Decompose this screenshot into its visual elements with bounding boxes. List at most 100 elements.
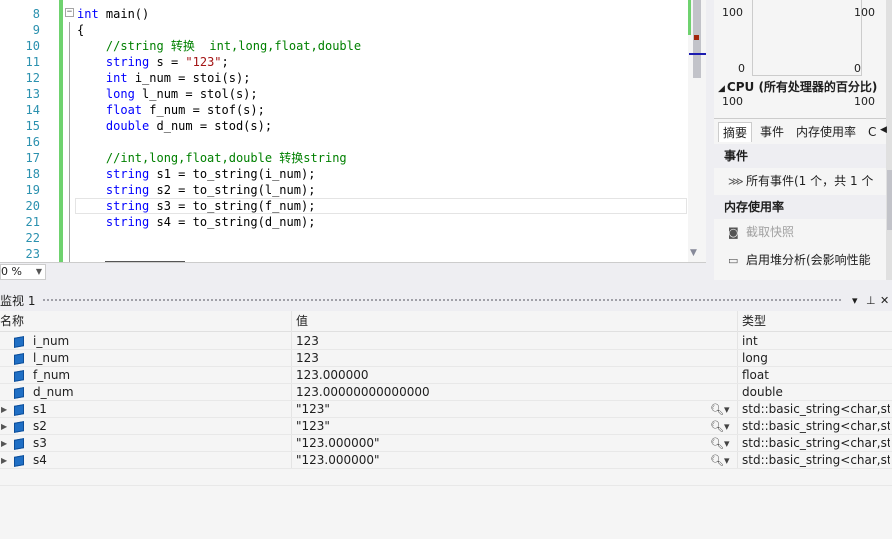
column-header-name[interactable]: 名称 bbox=[0, 311, 24, 332]
cpu-section-header[interactable]: ◢ CPU (所有处理器的百分比) bbox=[718, 78, 877, 95]
watch-type: int bbox=[742, 334, 758, 348]
code-line[interactable]: float f_num = stof(s); bbox=[77, 102, 265, 118]
watch-title-bar[interactable]: 监视 1 ▾ ⊥ ✕ bbox=[0, 291, 892, 311]
line-number: 15 bbox=[25, 119, 40, 133]
expand-arrow-icon[interactable]: ▶ bbox=[1, 452, 7, 469]
watch-row[interactable]: l_num 123 long bbox=[0, 350, 892, 367]
take-snapshot-button[interactable]: ◙ 截取快照 bbox=[714, 219, 892, 245]
code-line[interactable]: //int,long,float,double 转换string bbox=[77, 150, 347, 166]
watch-row[interactable]: ▶ s4 "123.000000" 🔍︎▾ std::basic_string<char… bbox=[0, 452, 892, 469]
enable-heap-profiling-button[interactable]: ▭ 启用堆分析(会影响性能 bbox=[714, 247, 892, 273]
watch-name[interactable]: l_num bbox=[33, 350, 69, 367]
watch-value[interactable]: 123.000000 bbox=[296, 367, 369, 384]
code-line[interactable]: string s3 = to_string(f_num); bbox=[77, 198, 316, 214]
tab-memory-usage[interactable]: 内存使用率 bbox=[792, 122, 860, 142]
code-line[interactable]: //string 转换 int,long,float,double bbox=[77, 38, 361, 54]
code-token: s4 = to_string(d_num); bbox=[149, 215, 316, 229]
visualizer-search-icon[interactable]: 🔍︎▾ bbox=[710, 418, 730, 435]
watch-value[interactable]: "123" bbox=[296, 418, 330, 435]
watch-name[interactable]: d_num bbox=[33, 384, 74, 401]
code-line[interactable]: { bbox=[77, 22, 84, 38]
code-line[interactable]: long l_num = stol(s); bbox=[77, 86, 258, 102]
variable-icon bbox=[14, 421, 24, 433]
tab-summary[interactable]: 摘要 bbox=[718, 122, 753, 142]
watch-type: float bbox=[742, 368, 769, 382]
watch-column-headers: 名称 值 类型 bbox=[0, 311, 892, 332]
camera-icon: ◙ bbox=[728, 226, 739, 239]
watch-type: std::basic_string<char,std... bbox=[742, 453, 890, 467]
watch-row[interactable]: d_num 123.00000000000000 double bbox=[0, 384, 892, 401]
watch-empty-row[interactable] bbox=[0, 469, 892, 486]
visualizer-search-icon[interactable]: 🔍︎▾ bbox=[710, 452, 730, 469]
code-keyword: int bbox=[105, 71, 128, 85]
visualizer-search-icon[interactable]: 🔍︎▾ bbox=[710, 401, 730, 418]
change-tracking-bar bbox=[59, 0, 63, 262]
watch-type: std::basic_string<char,std... bbox=[742, 436, 890, 450]
cpu-left-max: 100 bbox=[722, 95, 743, 108]
diagnostics-scroll-thumb[interactable] bbox=[887, 170, 892, 230]
tabs-overflow-arrow-icon[interactable]: ◀ bbox=[880, 125, 887, 135]
scrollbar-change-marker bbox=[688, 0, 691, 35]
watch-name[interactable]: s1 bbox=[33, 401, 47, 418]
code-line[interactable]: string s4 = to_string(d_num); bbox=[77, 214, 316, 230]
line-number: 22 bbox=[25, 231, 40, 245]
code-token: ; bbox=[221, 55, 229, 69]
watch-row[interactable]: f_num 123.000000 float bbox=[0, 367, 892, 384]
line-number: 10 bbox=[25, 39, 40, 53]
tab-cpu[interactable]: C bbox=[864, 122, 880, 142]
code-token: l_num = stol(s); bbox=[134, 87, 258, 101]
watch-value[interactable]: "123.000000" bbox=[296, 435, 380, 452]
all-events-link[interactable]: ⋙ 所有事件(1 个，共 1 个 bbox=[714, 168, 892, 194]
collapse-triangle-icon: ◢ bbox=[718, 84, 725, 94]
expand-arrow-icon[interactable]: ▶ bbox=[1, 418, 7, 435]
scroll-down-arrow-icon[interactable]: ▼ bbox=[690, 248, 697, 258]
watch-name[interactable]: f_num bbox=[33, 367, 70, 384]
watch-name[interactable]: s3 bbox=[33, 435, 47, 452]
memory-section-header: 内存使用率 bbox=[714, 195, 892, 219]
watch-row[interactable]: i_num 123 int bbox=[0, 333, 892, 350]
drag-grip[interactable] bbox=[42, 298, 842, 303]
visualizer-search-icon[interactable]: 🔍︎▾ bbox=[710, 435, 730, 452]
watch-name[interactable]: s2 bbox=[33, 418, 47, 435]
watch-row[interactable]: ▶ s2 "123" 🔍︎▾ std::basic_string<char,std... bbox=[0, 418, 892, 435]
code-line[interactable]: string s1 = to_string(i_num); bbox=[77, 166, 316, 182]
watch-name[interactable]: s4 bbox=[33, 452, 47, 469]
code-editor[interactable]: 8 9 10 11 12 13 14 15 16 17 18 19 20 21 22 23 − int mai… bbox=[0, 0, 706, 262]
watch-name[interactable]: i_num bbox=[33, 333, 69, 350]
watch-row[interactable]: ▶ s1 "123" 🔍︎▾ std::basic_string<char,std... bbox=[0, 401, 892, 418]
column-header-type[interactable]: 类型 bbox=[742, 311, 766, 332]
memory-graph bbox=[752, 0, 862, 76]
line-number: 14 bbox=[25, 103, 40, 117]
code-line[interactable]: double d_num = stod(s); bbox=[77, 118, 272, 134]
column-header-value[interactable]: 值 bbox=[296, 311, 308, 332]
close-icon[interactable]: ✕ bbox=[880, 292, 889, 310]
code-line[interactable]: int main() bbox=[77, 6, 149, 22]
watch-value[interactable]: 123.00000000000000 bbox=[296, 384, 430, 401]
enable-heap-profiling-label: 启用堆分析(会影响性能 bbox=[746, 253, 871, 267]
watch-row[interactable]: ▶ s3 "123.000000" 🔍︎▾ std::basic_string<char… bbox=[0, 435, 892, 452]
collapse-main-toggle[interactable]: − bbox=[65, 8, 74, 17]
watch-value[interactable]: 123 bbox=[296, 333, 319, 350]
window-position-dropdown-icon[interactable]: ▾ bbox=[852, 292, 858, 310]
expand-arrow-icon[interactable]: ▶ bbox=[1, 401, 7, 418]
watch-value[interactable]: 123 bbox=[296, 350, 319, 367]
pin-icon[interactable]: ⊥ bbox=[866, 292, 876, 310]
diagnostics-scrollbar[interactable] bbox=[886, 0, 892, 282]
code-line[interactable]: string s = "123"; bbox=[77, 54, 229, 70]
code-line[interactable]: int i_num = stoi(s); bbox=[77, 70, 251, 86]
tab-events[interactable]: 事件 bbox=[756, 122, 788, 142]
expand-arrow-icon[interactable]: ▶ bbox=[1, 435, 7, 452]
all-events-label: 所有事件(1 个，共 1 个 bbox=[746, 174, 874, 188]
zoom-dropdown[interactable]: 0 % ▼ bbox=[0, 264, 46, 280]
code-keyword: string bbox=[105, 167, 150, 181]
code-token: main() bbox=[98, 7, 150, 21]
panel-splitter[interactable] bbox=[0, 280, 892, 291]
watch-value[interactable]: "123.000000" bbox=[296, 452, 380, 469]
watch-value[interactable]: "123" bbox=[296, 401, 330, 418]
code-line[interactable]: string s2 = to_string(l_num); bbox=[77, 182, 316, 198]
variable-icon bbox=[14, 387, 24, 399]
code-token: i_num = stoi(s); bbox=[127, 71, 251, 85]
